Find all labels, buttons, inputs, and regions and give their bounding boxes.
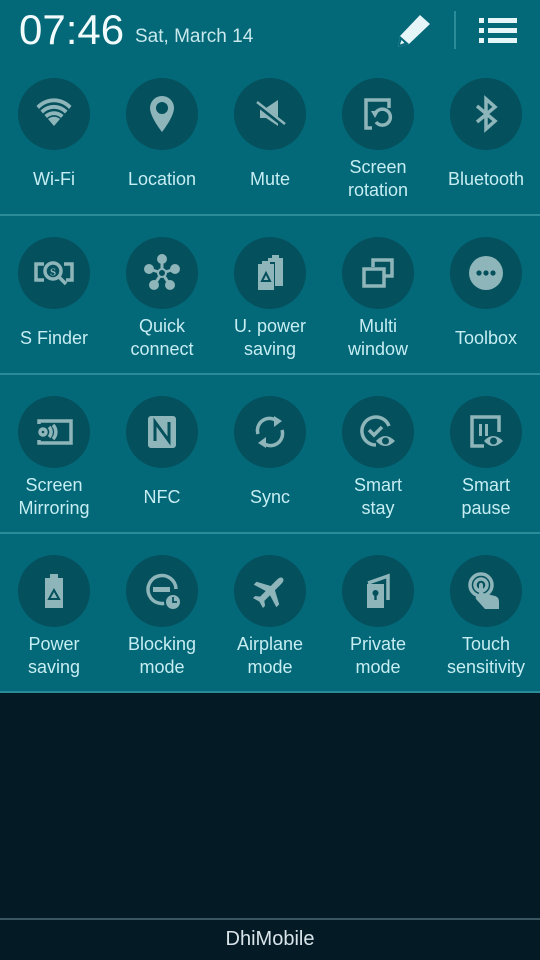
tile-multi-window[interactable]: Multi window	[324, 223, 432, 382]
tile-nfc[interactable]: NFC	[108, 382, 216, 541]
tile-label: Airplane mode	[236, 634, 304, 677]
nfc-icon	[148, 416, 176, 448]
tile-label: U. power saving	[233, 316, 307, 359]
carrier-label: DhiMobile	[225, 928, 315, 950]
bluetooth-icon	[475, 95, 498, 133]
notification-header: 07:46 Sat, March 14	[0, 0, 540, 64]
tile-row-3: Screen Mirroring NFC Sync Smart stay Sma…	[0, 382, 540, 541]
header-divider	[454, 11, 456, 49]
airplane-icon	[253, 577, 284, 608]
tile-label: Touch sensitivity	[446, 634, 526, 677]
smart-stay-icon	[360, 415, 395, 447]
row-divider	[0, 691, 540, 693]
tile-label: Blocking mode	[127, 634, 197, 677]
multi-window-icon	[362, 258, 394, 288]
mute-icon	[254, 100, 286, 127]
smart-pause-icon	[470, 415, 503, 448]
location-pin-icon	[150, 96, 174, 132]
tile-ultra-power-saving[interactable]: U. power saving	[216, 223, 324, 382]
tile-power-saving[interactable]: Power saving	[0, 541, 108, 700]
list-view-button[interactable]	[476, 12, 520, 50]
edit-button[interactable]	[392, 12, 434, 50]
tile-label: Multi window	[347, 316, 409, 359]
row-divider	[0, 532, 540, 534]
tile-row-2: S S Finder Quick connect U. power saving…	[0, 223, 540, 382]
tile-location[interactable]: Location	[108, 64, 216, 223]
row-divider	[0, 373, 540, 375]
tile-private-mode[interactable]: Private mode	[324, 541, 432, 700]
toolbox-icon	[469, 256, 503, 290]
tile-label: NFC	[143, 487, 181, 507]
quick-settings-panel: 07:46 Sat, March 14 Wi-Fi Location Mute …	[0, 0, 540, 693]
tile-sync[interactable]: Sync	[216, 382, 324, 541]
tile-screen-mirroring[interactable]: Screen Mirroring	[0, 382, 108, 541]
tile-label: Smart pause	[461, 475, 511, 518]
power-saving-icon	[45, 574, 63, 608]
tile-row-1: Wi-Fi Location Mute Screen rotation Blue…	[0, 64, 540, 223]
s-finder-icon: S	[34, 261, 74, 286]
pencil-icon	[398, 15, 430, 47]
tile-touch-sensitivity[interactable]: Touch sensitivity	[432, 541, 540, 700]
tile-label: Bluetooth	[447, 169, 525, 189]
tile-label: Smart stay	[353, 475, 402, 518]
tile-row-4: Powersaving Blockingmode Airplanemode	[0, 541, 540, 700]
tile-label: Screen Mirroring	[18, 475, 90, 518]
tile-smart-pause[interactable]: Smart pause	[432, 382, 540, 541]
list-icon	[479, 18, 517, 43]
row-divider	[0, 214, 540, 216]
tile-quick-connect[interactable]: Quick connect	[108, 223, 216, 382]
tile-label: Mute	[249, 169, 291, 189]
carrier-divider	[0, 918, 540, 920]
tile-label: Wi-Fi	[33, 169, 75, 189]
quick-connect-icon	[144, 254, 180, 290]
tile-label: S Finder	[19, 328, 89, 348]
screen-mirroring-icon	[37, 419, 73, 445]
tile-wifi[interactable]: Wi-Fi	[0, 64, 108, 223]
wifi-icon	[36, 98, 72, 126]
private-mode-icon	[367, 573, 390, 608]
touch-sensitivity-icon	[468, 572, 499, 609]
tile-s-finder[interactable]: S S Finder	[0, 223, 108, 382]
tile-screen-rotation[interactable]: Screen rotation	[324, 64, 432, 223]
tile-label: Screen rotation	[347, 157, 409, 200]
clock: 07:46	[19, 6, 125, 53]
tile-label: Sync	[249, 487, 291, 507]
tile-airplane-mode[interactable]: Airplane mode	[216, 541, 324, 700]
tile-label: Quick connect	[130, 316, 194, 359]
tile-smart-stay[interactable]: Smart stay	[324, 382, 432, 541]
tile-label: Location	[127, 169, 197, 189]
tile-label: Toolbox	[454, 328, 518, 348]
blocking-mode-icon	[146, 573, 182, 611]
ultra-power-saving-icon	[256, 255, 283, 291]
sync-icon	[255, 416, 285, 448]
date: Sat, March 14	[135, 26, 254, 47]
svg-text:S: S	[50, 267, 56, 279]
tile-toolbox[interactable]: Toolbox	[432, 223, 540, 382]
tile-blocking-mode[interactable]: Blocking mode	[108, 541, 216, 700]
tile-bluetooth[interactable]: Bluetooth	[432, 64, 540, 223]
screen-rotation-icon	[364, 98, 393, 130]
tile-mute[interactable]: Mute	[216, 64, 324, 223]
tile-label: Power saving	[27, 634, 81, 677]
tile-label: Private mode	[349, 634, 407, 677]
